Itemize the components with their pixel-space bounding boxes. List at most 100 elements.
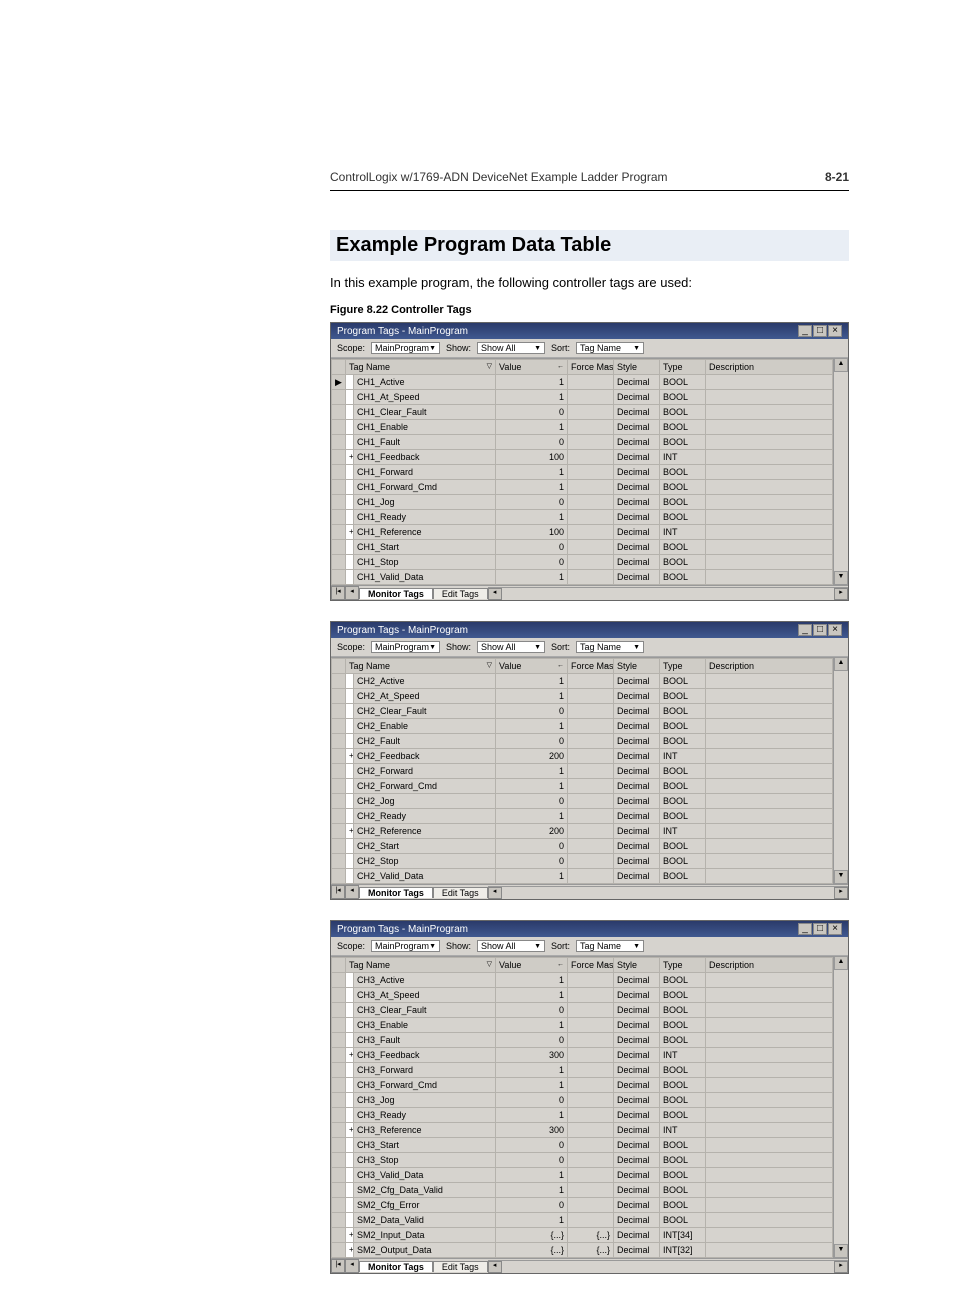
cell-description[interactable] bbox=[706, 674, 833, 689]
cell-forcemask[interactable] bbox=[568, 1183, 614, 1198]
col-header-forcemask[interactable]: Force Mask← bbox=[568, 659, 614, 674]
scroll-left-icon[interactable]: ◂ bbox=[488, 1261, 502, 1273]
cell-style[interactable]: Decimal bbox=[614, 1153, 660, 1168]
table-row[interactable]: +SM2_Input_Data{...}{...}DecimalINT[34] bbox=[332, 1228, 833, 1243]
cell-value[interactable]: 1 bbox=[496, 973, 568, 988]
cell-forcemask[interactable] bbox=[568, 824, 614, 839]
cell-style[interactable]: Decimal bbox=[614, 719, 660, 734]
cell-value[interactable]: {...} bbox=[496, 1228, 568, 1243]
col-header-value[interactable]: Value← bbox=[496, 659, 568, 674]
cell-description[interactable] bbox=[706, 480, 833, 495]
row-selector[interactable] bbox=[332, 525, 346, 540]
row-selector[interactable] bbox=[332, 1033, 346, 1048]
minimize-button[interactable]: _ bbox=[798, 325, 812, 337]
cell-description[interactable] bbox=[706, 824, 833, 839]
table-row[interactable]: CH1_Fault0DecimalBOOL bbox=[332, 435, 833, 450]
cell-style[interactable]: Decimal bbox=[614, 540, 660, 555]
cell-forcemask[interactable] bbox=[568, 555, 614, 570]
cell-value[interactable]: 1 bbox=[496, 1168, 568, 1183]
col-header-tagname[interactable]: Tag Name▽ bbox=[346, 360, 496, 375]
row-selector[interactable] bbox=[332, 540, 346, 555]
table-row[interactable]: CH1_Ready1DecimalBOOL bbox=[332, 510, 833, 525]
cell-style[interactable]: Decimal bbox=[614, 1048, 660, 1063]
cell-style[interactable]: Decimal bbox=[614, 734, 660, 749]
cell-value[interactable]: 0 bbox=[496, 540, 568, 555]
row-selector[interactable] bbox=[332, 1003, 346, 1018]
cell-description[interactable] bbox=[706, 1243, 833, 1258]
table-row[interactable]: CH3_Ready1DecimalBOOL bbox=[332, 1108, 833, 1123]
cell-forcemask[interactable] bbox=[568, 1213, 614, 1228]
col-header-value[interactable]: Value← bbox=[496, 360, 568, 375]
row-selector[interactable] bbox=[332, 510, 346, 525]
cell-value[interactable]: 1 bbox=[496, 570, 568, 585]
cell-forcemask[interactable] bbox=[568, 1063, 614, 1078]
table-row[interactable]: CH1_Forward1DecimalBOOL bbox=[332, 465, 833, 480]
expand-toggle[interactable]: + bbox=[346, 749, 354, 764]
titlebar[interactable]: Program Tags - MainProgram_□× bbox=[331, 323, 848, 339]
cell-value[interactable]: 0 bbox=[496, 1138, 568, 1153]
table-row[interactable]: CH1_At_Speed1DecimalBOOL bbox=[332, 390, 833, 405]
sel-header[interactable] bbox=[332, 659, 346, 674]
col-header-style[interactable]: Style bbox=[614, 659, 660, 674]
cell-style[interactable]: Decimal bbox=[614, 854, 660, 869]
table-row[interactable]: CH1_Start0DecimalBOOL bbox=[332, 540, 833, 555]
table-row[interactable]: ▶CH1_Active1DecimalBOOL bbox=[332, 375, 833, 390]
expand-toggle[interactable]: + bbox=[346, 450, 354, 465]
horizontal-scrollbar[interactable]: ◂▸ bbox=[488, 588, 848, 600]
cell-description[interactable] bbox=[706, 1228, 833, 1243]
cell-value[interactable]: 1 bbox=[496, 1183, 568, 1198]
cell-style[interactable]: Decimal bbox=[614, 1093, 660, 1108]
row-selector[interactable] bbox=[332, 1198, 346, 1213]
cell-description[interactable] bbox=[706, 1048, 833, 1063]
tags-grid[interactable]: Tag Name▽Value←Force Mask←StyleTypeDescr… bbox=[331, 658, 833, 884]
cell-style[interactable]: Decimal bbox=[614, 480, 660, 495]
tab-monitor-tags[interactable]: Monitor Tags bbox=[359, 887, 433, 898]
row-selector[interactable] bbox=[332, 1048, 346, 1063]
cell-forcemask[interactable] bbox=[568, 420, 614, 435]
cell-description[interactable] bbox=[706, 704, 833, 719]
cell-description[interactable] bbox=[706, 988, 833, 1003]
table-row[interactable]: +CH2_Reference200DecimalINT bbox=[332, 824, 833, 839]
combo[interactable]: MainProgram▼ bbox=[371, 342, 440, 354]
cell-description[interactable] bbox=[706, 1093, 833, 1108]
cell-style[interactable]: Decimal bbox=[614, 510, 660, 525]
table-row[interactable]: CH2_Ready1DecimalBOOL bbox=[332, 809, 833, 824]
cell-value[interactable]: 1 bbox=[496, 1078, 568, 1093]
table-row[interactable]: CH2_Forward_Cmd1DecimalBOOL bbox=[332, 779, 833, 794]
cell-value[interactable]: 1 bbox=[496, 1063, 568, 1078]
sel-header[interactable] bbox=[332, 360, 346, 375]
cell-forcemask[interactable] bbox=[568, 540, 614, 555]
cell-value[interactable]: 1 bbox=[496, 689, 568, 704]
cell-description[interactable] bbox=[706, 405, 833, 420]
table-row[interactable]: CH2_Stop0DecimalBOOL bbox=[332, 854, 833, 869]
cell-style[interactable]: Decimal bbox=[614, 1003, 660, 1018]
row-selector[interactable] bbox=[332, 1168, 346, 1183]
row-selector[interactable] bbox=[332, 1123, 346, 1138]
cell-forcemask[interactable] bbox=[568, 480, 614, 495]
combo[interactable]: Show All▼ bbox=[477, 940, 545, 952]
row-selector[interactable] bbox=[332, 734, 346, 749]
cell-forcemask[interactable] bbox=[568, 1003, 614, 1018]
table-row[interactable]: +CH3_Feedback300DecimalINT bbox=[332, 1048, 833, 1063]
cell-style[interactable]: Decimal bbox=[614, 570, 660, 585]
cell-description[interactable] bbox=[706, 495, 833, 510]
col-header-description[interactable]: Description bbox=[706, 360, 833, 375]
col-header-style[interactable]: Style bbox=[614, 360, 660, 375]
vertical-scrollbar[interactable]: ▲▼ bbox=[833, 956, 848, 1258]
row-selector[interactable] bbox=[332, 1138, 346, 1153]
cell-style[interactable]: Decimal bbox=[614, 674, 660, 689]
table-row[interactable]: CH1_Valid_Data1DecimalBOOL bbox=[332, 570, 833, 585]
table-row[interactable]: CH1_Clear_Fault0DecimalBOOL bbox=[332, 405, 833, 420]
row-selector[interactable] bbox=[332, 450, 346, 465]
cell-style[interactable]: Decimal bbox=[614, 1183, 660, 1198]
cell-value[interactable]: 1 bbox=[496, 1018, 568, 1033]
expand-toggle[interactable]: + bbox=[346, 1048, 354, 1063]
row-selector[interactable] bbox=[332, 674, 346, 689]
cell-value[interactable]: 1 bbox=[496, 719, 568, 734]
sel-header[interactable] bbox=[332, 958, 346, 973]
combo[interactable]: MainProgram▼ bbox=[371, 940, 440, 952]
cell-value[interactable]: 0 bbox=[496, 435, 568, 450]
row-selector[interactable] bbox=[332, 719, 346, 734]
row-selector[interactable] bbox=[332, 1018, 346, 1033]
cell-value[interactable]: 0 bbox=[496, 1003, 568, 1018]
